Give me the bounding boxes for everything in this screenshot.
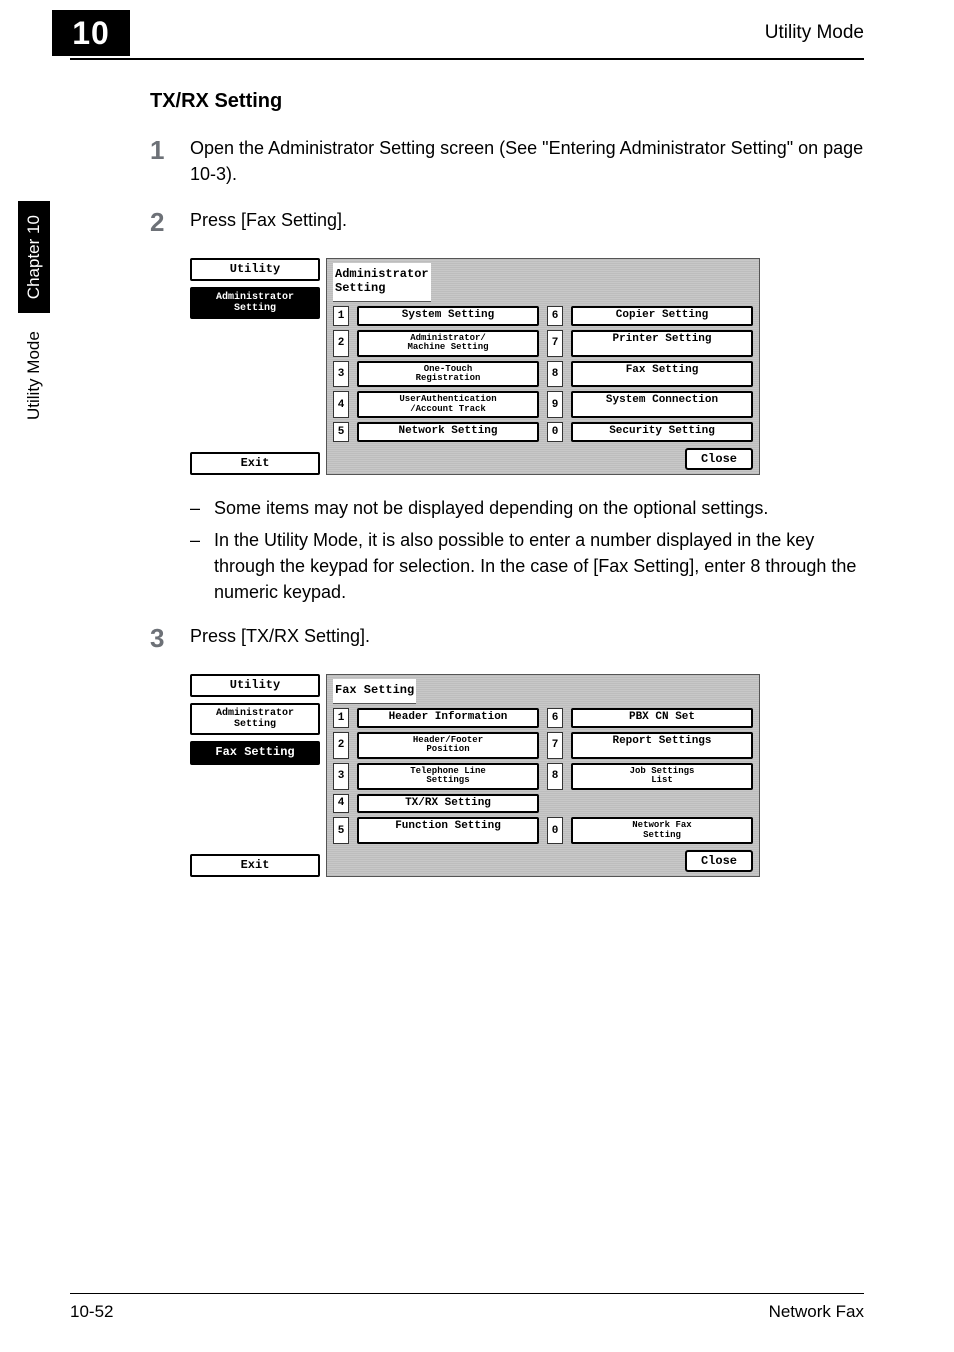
menu-num: 1: [333, 306, 349, 326]
menu-num: 4: [333, 794, 349, 814]
footer-title: Network Fax: [769, 1302, 864, 1322]
menu-num: 6: [547, 708, 563, 728]
tx-rx-setting-button[interactable]: TX/RX Setting: [357, 794, 539, 814]
menu-num: 7: [547, 330, 563, 357]
job-settings-list-button[interactable]: Job Settings List: [571, 763, 753, 790]
menu-num: 7: [547, 732, 563, 759]
printer-setting-button[interactable]: Printer Setting: [571, 330, 753, 357]
copier-setting-button[interactable]: Copier Setting: [571, 306, 753, 326]
step-number: 2: [150, 207, 190, 238]
lcd-admin-setting: Utility Administrator Setting Exit Admin…: [190, 258, 760, 475]
menu-num: 9: [547, 391, 563, 418]
page-number: 10-52: [70, 1302, 113, 1322]
sidebar-tab: Utility Mode Chapter 10: [18, 201, 50, 420]
chapter-badge: 10: [52, 10, 130, 56]
fax-setting-button[interactable]: Fax Setting: [190, 741, 320, 764]
menu-num: 1: [333, 708, 349, 728]
sidebar-chapter: Chapter 10: [18, 201, 50, 313]
menu-num: 2: [333, 330, 349, 357]
system-connection-button[interactable]: System Connection: [571, 391, 753, 418]
menu-num: 3: [333, 763, 349, 790]
network-setting-button[interactable]: Network Setting: [357, 422, 539, 442]
step-number: 3: [150, 623, 190, 654]
one-touch-registration-button[interactable]: One-Touch Registration: [357, 361, 539, 388]
step-text: Open the Administrator Setting screen (S…: [190, 135, 864, 187]
top-rule: [70, 58, 864, 60]
security-setting-button[interactable]: Security Setting: [571, 422, 753, 442]
menu-num: 0: [547, 422, 563, 442]
menu-num: 6: [547, 306, 563, 326]
step-text: Press [Fax Setting].: [190, 207, 347, 238]
admin-machine-setting-button[interactable]: Administrator/ Machine Setting: [357, 330, 539, 357]
bullet-dash: –: [190, 495, 214, 521]
header-title: Utility Mode: [765, 22, 864, 44]
menu-num: 4: [333, 391, 349, 418]
utility-button[interactable]: Utility: [190, 258, 320, 281]
fax-setting-button[interactable]: Fax Setting: [571, 361, 753, 388]
section-title: TX/RX Setting: [150, 90, 864, 113]
close-button[interactable]: Close: [685, 448, 753, 470]
step-number: 1: [150, 135, 190, 187]
sidebar-mode: Utility Mode: [24, 331, 44, 420]
network-fax-setting-button[interactable]: Network Fax Setting: [571, 817, 753, 844]
menu-num: 5: [333, 422, 349, 442]
header-information-button[interactable]: Header Information: [357, 708, 539, 728]
note-text: In the Utility Mode, it is also possible…: [214, 527, 864, 605]
admin-setting-button[interactable]: Administrator Setting: [190, 287, 320, 319]
close-button[interactable]: Close: [685, 850, 753, 872]
pbx-cn-set-button[interactable]: PBX CN Set: [571, 708, 753, 728]
step-text: Press [TX/RX Setting].: [190, 623, 370, 654]
note-text: Some items may not be displayed dependin…: [214, 495, 768, 521]
admin-setting-button[interactable]: Administrator Setting: [190, 703, 320, 735]
lcd-fax-setting: Utility Administrator Setting Fax Settin…: [190, 674, 760, 877]
exit-button[interactable]: Exit: [190, 854, 320, 877]
header-footer-position-button[interactable]: Header/Footer Position: [357, 732, 539, 759]
user-auth-button[interactable]: UserAuthentication /Account Track: [357, 391, 539, 418]
exit-button[interactable]: Exit: [190, 452, 320, 475]
footer-rule: [70, 1293, 864, 1294]
menu-num: 5: [333, 817, 349, 844]
utility-button[interactable]: Utility: [190, 674, 320, 697]
screen-title: Fax Setting: [333, 679, 416, 704]
screen-title: Administrator Setting: [333, 263, 431, 302]
telephone-line-settings-button[interactable]: Telephone Line Settings: [357, 763, 539, 790]
menu-num: 8: [547, 763, 563, 790]
menu-num: 2: [333, 732, 349, 759]
menu-num: 0: [547, 817, 563, 844]
menu-num: 3: [333, 361, 349, 388]
bullet-dash: –: [190, 527, 214, 605]
system-setting-button[interactable]: System Setting: [357, 306, 539, 326]
report-settings-button[interactable]: Report Settings: [571, 732, 753, 759]
function-setting-button[interactable]: Function Setting: [357, 817, 539, 844]
menu-num: 8: [547, 361, 563, 388]
